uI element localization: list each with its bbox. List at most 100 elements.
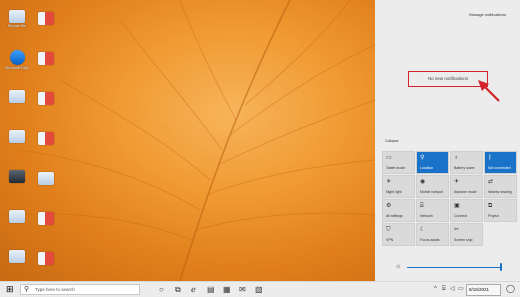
tile-nearby-sharing[interactable]: ⇄ Nearby sharing: [484, 175, 517, 198]
network-icon: ⌸: [420, 203, 424, 209]
tile-label: Network: [420, 214, 433, 218]
mail-icon[interactable]: ✉: [239, 285, 246, 294]
clock-date: 8/15/2021: [469, 287, 490, 292]
tile-label: Tablet mode: [386, 166, 406, 170]
connect-icon: ▣: [454, 203, 460, 209]
tile-label: Location: [420, 166, 434, 170]
screen-snip-icon: ✂: [454, 227, 460, 233]
desktop-icon-label: Recycle Bin: [7, 24, 27, 28]
tile-label: Focus assist: [420, 238, 440, 242]
nearby-sharing-icon: ⇄: [488, 179, 494, 185]
brightness-thumb[interactable]: [500, 263, 502, 271]
tile-label: Mobile hotspot: [420, 190, 443, 194]
desktop-icon[interactable]: [2, 90, 32, 104]
search-box[interactable]: ⚲ Type here to search: [20, 284, 140, 295]
cortana-icon[interactable]: ○: [159, 285, 164, 294]
tablet-mode-icon: ▭: [386, 155, 392, 161]
tile-night-light[interactable]: ☀ Night light: [382, 175, 415, 198]
file-icon: [9, 210, 25, 223]
tile-location[interactable]: ⚲ Location: [416, 151, 449, 174]
manage-notifications-link[interactable]: Manage notifications: [469, 12, 506, 17]
task-view-icon[interactable]: ⧉: [175, 285, 181, 294]
tile-focus-assist[interactable]: ☾ Focus assist: [416, 223, 449, 246]
tile-label: Airplane mode: [454, 190, 477, 194]
file-icon: [9, 250, 25, 263]
battery-saver-icon: ♁: [454, 155, 459, 161]
taskbar: ⊞ ⚲ Type here to search ○ ⧉ ℯ ▤ ▦ ✉ ▧ ^ ⌸ ◁ ▭ 8/1…: [0, 281, 520, 297]
annotation-arrow-icon: [478, 80, 500, 102]
tile-all-settings[interactable]: ⚙ All settings: [382, 199, 415, 222]
tile-screen-snip[interactable]: ✂ Screen snip: [450, 223, 483, 246]
tile-network[interactable]: ⌸ Network: [416, 199, 449, 222]
desktop-icon[interactable]: [2, 170, 32, 184]
brightness-slider[interactable]: ☼: [395, 262, 515, 272]
desktop-icon-label: Microsoft Edge: [5, 66, 29, 70]
file-icon: [38, 212, 54, 225]
collapse-link[interactable]: Collapse: [385, 139, 399, 143]
battery-icon[interactable]: ▭: [458, 285, 464, 294]
desktop-icon[interactable]: [31, 132, 61, 146]
desktop-icon[interactable]: [31, 172, 61, 186]
notification-center-icon[interactable]: ◯: [506, 284, 515, 294]
tile-label: Not connected: [488, 166, 511, 170]
project-icon: ⧉: [488, 203, 493, 209]
file-icon: [38, 172, 54, 185]
edge-icon[interactable]: ℯ: [191, 285, 196, 294]
tile-label: Night light: [386, 190, 402, 194]
volume-icon[interactable]: ◁: [450, 285, 455, 294]
desktop-icon[interactable]: [31, 212, 61, 226]
desktop-icon[interactable]: [2, 130, 32, 144]
file-icon: [9, 130, 25, 143]
file-explorer-icon[interactable]: ▤: [207, 285, 215, 294]
file-icon: [38, 12, 54, 25]
desktop[interactable]: Recycle Bin Microsoft Edge: [0, 0, 375, 281]
desktop-icon[interactable]: Microsoft Edge: [2, 50, 32, 70]
brightness-track[interactable]: [407, 267, 500, 268]
file-icon: [38, 52, 54, 65]
tile-battery-saver[interactable]: ♁ Battery saver: [450, 151, 483, 174]
mobile-hotspot-icon: ◉: [420, 179, 426, 185]
tile-label: Project: [488, 214, 499, 218]
tile-label: Screen snip: [454, 238, 473, 242]
file-icon: [38, 132, 54, 145]
airplane-mode-icon: ✈: [454, 179, 460, 185]
tile-label: Connect: [454, 214, 468, 218]
desktop-icon[interactable]: [31, 252, 61, 266]
tile-project[interactable]: ⧉ Project: [484, 199, 517, 222]
tile-label: VPN: [386, 238, 394, 242]
network-icon[interactable]: ⌸: [442, 285, 446, 294]
windows-start-icon[interactable]: ⊞: [6, 285, 14, 294]
tile-mobile-hotspot[interactable]: ◉ Mobile hotspot: [416, 175, 449, 198]
tile-label: All settings: [386, 214, 403, 218]
photos-icon[interactable]: ▧: [255, 285, 263, 294]
tile-tablet-mode[interactable]: ▭ Tablet mode: [382, 151, 415, 174]
desktop-icon[interactable]: [31, 12, 61, 26]
file-icon: [38, 92, 54, 105]
desktop-icon[interactable]: [31, 52, 61, 66]
desktop-icon[interactable]: Recycle Bin: [2, 10, 32, 28]
night-light-icon: ☀: [386, 179, 392, 185]
settings-icon: ⚙: [386, 203, 392, 209]
tile-not-connected[interactable]: ᛒ Not connected: [484, 151, 517, 174]
desktop-icon[interactable]: [2, 250, 32, 264]
bluetooth-icon: ᛒ: [488, 155, 492, 161]
brightness-icon: ☼: [395, 263, 402, 270]
edge-icon: [9, 50, 25, 65]
file-icon: [38, 252, 54, 265]
desktop-icon[interactable]: [2, 210, 32, 224]
vpn-icon: ⛉: [386, 227, 391, 233]
location-icon: ⚲: [420, 155, 425, 161]
tile-vpn[interactable]: ⛉ VPN: [382, 223, 415, 246]
file-icon: [9, 170, 25, 183]
action-center: Manage notifications No new notification…: [375, 0, 520, 281]
tile-airplane-mode[interactable]: ✈ Airplane mode: [450, 175, 483, 198]
desktop-icon[interactable]: [31, 92, 61, 106]
store-icon[interactable]: ▦: [223, 285, 231, 294]
search-placeholder: Type here to search: [35, 287, 75, 292]
tile-connect[interactable]: ▣ Connect: [450, 199, 483, 222]
tile-label: Nearby sharing: [488, 190, 512, 194]
search-icon: ⚲: [24, 286, 30, 293]
recycle-bin-icon: [9, 10, 25, 23]
file-icon: [9, 90, 25, 103]
show-hidden-icon[interactable]: ^: [434, 285, 437, 294]
